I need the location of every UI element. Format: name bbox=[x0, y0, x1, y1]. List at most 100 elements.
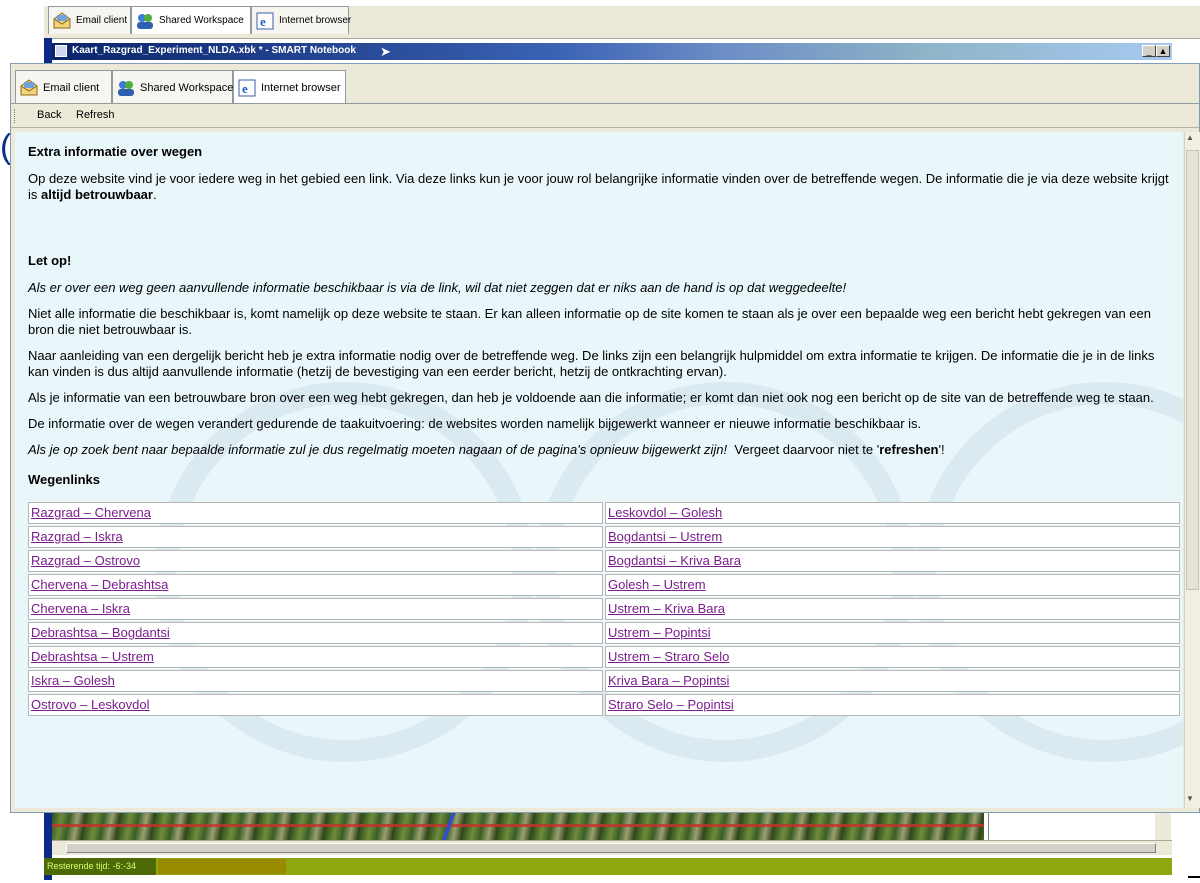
road-link[interactable]: Chervena – Debrashtsa bbox=[31, 577, 168, 592]
notebook-title-bar[interactable]: Kaart_Razgrad_Experiment_NLDA.xbk * - SM… bbox=[52, 43, 1172, 60]
tab-label: Email client bbox=[43, 81, 100, 94]
road-link[interactable]: Golesh – Ustrem bbox=[608, 577, 706, 592]
map-canvas[interactable] bbox=[52, 812, 984, 840]
paragraph-3: Als je informatie van een betrouwbare br… bbox=[28, 390, 1154, 405]
background-tab-bar: Email client Shared Workspace e Internet… bbox=[44, 6, 1200, 39]
road-link[interactable]: Debrashtsa – Ustrem bbox=[31, 649, 154, 664]
table-cell: Chervena – Iskra bbox=[28, 598, 603, 620]
refresh-hint-text: Vergeet daarvoor niet te ' bbox=[727, 442, 880, 457]
refresh-button[interactable]: Refresh bbox=[76, 109, 115, 121]
svg-text:e: e bbox=[242, 81, 248, 96]
road-link[interactable]: Ustrem – Straro Selo bbox=[608, 649, 729, 664]
table-cell: Kriva Bara – Popintsi bbox=[605, 670, 1180, 692]
side-panel bbox=[988, 812, 1149, 840]
tab-email-client[interactable]: Email client bbox=[15, 70, 112, 104]
refresh-hint-emphasis: refreshen bbox=[879, 442, 939, 457]
road-link[interactable]: Ustrem – Popintsi bbox=[608, 625, 711, 640]
table-row: Razgrad – Iskra Bogdantsi – Ustrem bbox=[28, 526, 1180, 548]
paragraph-1: Niet alle informatie die beschikbaar is,… bbox=[28, 306, 1151, 337]
road-link[interactable]: Ustrem – Kriva Bara bbox=[608, 601, 725, 616]
road-link[interactable]: Bogdantsi – Kriva Bara bbox=[608, 553, 741, 568]
table-cell: Debrashtsa – Ustrem bbox=[28, 646, 603, 668]
bg-tab-shared-workspace[interactable]: Shared Workspace bbox=[131, 6, 251, 34]
paragraph-5: Als je op zoek bent naar bepaalde inform… bbox=[28, 442, 1178, 458]
table-cell: Debrashtsa – Bogdantsi bbox=[28, 622, 603, 644]
road-link[interactable]: Debrashtsa – Bogdantsi bbox=[31, 625, 170, 640]
divider bbox=[1188, 876, 1200, 878]
scroll-up-icon[interactable]: ▲ bbox=[1186, 133, 1194, 142]
notebook-doc-icon bbox=[55, 45, 67, 57]
browser-toolbar: Back Refresh bbox=[11, 105, 1199, 128]
table-cell: Razgrad – Chervena bbox=[28, 502, 603, 524]
table-cell: Ustrem – Popintsi bbox=[605, 622, 1180, 644]
svg-text:e: e bbox=[260, 14, 266, 29]
tab-label: Internet browser bbox=[279, 15, 352, 26]
table-cell: Ustrem – Straro Selo bbox=[605, 646, 1180, 668]
road-link[interactable]: Ostrovo – Leskovdol bbox=[31, 697, 150, 712]
table-row: Chervena – Debrashtsa Golesh – Ustrem bbox=[28, 574, 1180, 596]
road-link[interactable]: Leskovdol – Golesh bbox=[608, 505, 722, 520]
road-link[interactable]: Kriva Bara – Popintsi bbox=[608, 673, 729, 688]
table-cell: Chervena – Debrashtsa bbox=[28, 574, 603, 596]
divider bbox=[11, 103, 1199, 104]
road-line bbox=[52, 824, 984, 827]
table-cell: Straro Selo – Popintsi bbox=[605, 694, 1180, 716]
tab-label: Internet browser bbox=[261, 81, 341, 94]
bg-tab-email-client[interactable]: Email client bbox=[48, 6, 131, 34]
shared-workspace-icon bbox=[116, 78, 136, 98]
table-cell: Razgrad – Iskra bbox=[28, 526, 603, 548]
road-link[interactable]: Razgrad – Ostrovo bbox=[31, 553, 140, 568]
table-row: Debrashtsa – Ustrem Ustrem – Straro Selo bbox=[28, 646, 1180, 668]
bg-tab-internet-browser[interactable]: e Internet browser bbox=[251, 6, 352, 34]
page-content[interactable]: Extra informatie over wegen Op deze webs… bbox=[15, 132, 1183, 808]
mouse-cursor-icon: ➤ bbox=[380, 44, 391, 59]
email-client-icon bbox=[19, 78, 39, 98]
tab-label: Shared Workspace bbox=[159, 15, 244, 26]
table-cell: Bogdantsi – Ustrem bbox=[605, 526, 1180, 548]
table-row: Razgrad – Chervena Leskovdol – Golesh bbox=[28, 502, 1180, 524]
intro-text: Op deze website vind je voor iedere weg … bbox=[28, 171, 1169, 202]
table-cell: Iskra – Golesh bbox=[28, 670, 603, 692]
road-link[interactable]: Razgrad – Chervena bbox=[31, 505, 151, 520]
internet-browser-icon: e bbox=[237, 78, 257, 98]
road-link[interactable]: Straro Selo – Popintsi bbox=[608, 697, 734, 712]
toolbar-grip[interactable] bbox=[14, 109, 17, 123]
paragraph-4: De informatie over de wegen verandert ge… bbox=[28, 416, 922, 431]
internet-browser-icon: e bbox=[255, 11, 275, 31]
table-cell: Leskovdol – Golesh bbox=[605, 502, 1180, 524]
intro-emphasis: altijd betrouwbaar bbox=[41, 187, 153, 202]
refresh-hint-italic: Als je op zoek bent naar bepaalde inform… bbox=[28, 442, 728, 457]
refresh-hint-end: '! bbox=[938, 442, 945, 457]
browser-tab-bar: Email client Shared Workspace e Internet… bbox=[11, 64, 1199, 104]
horizontal-scrollbar[interactable] bbox=[52, 840, 1172, 855]
remaining-time: Resterende tijd: -6:-34 bbox=[44, 858, 156, 875]
scrollbar-thumb[interactable] bbox=[66, 843, 1156, 853]
tab-shared-workspace[interactable]: Shared Workspace bbox=[112, 70, 233, 104]
road-link[interactable]: Iskra – Golesh bbox=[31, 673, 115, 688]
road-link[interactable]: Bogdantsi – Ustrem bbox=[608, 529, 722, 544]
table-cell: Bogdantsi – Kriva Bara bbox=[605, 550, 1180, 572]
table-cell: Razgrad – Ostrovo bbox=[28, 550, 603, 572]
road-link[interactable]: Chervena – Iskra bbox=[31, 601, 130, 616]
road-link[interactable]: Razgrad – Iskra bbox=[31, 529, 123, 544]
intro-end: . bbox=[152, 187, 157, 202]
table-cell: Ustrem – Kriva Bara bbox=[605, 598, 1180, 620]
table-row: Ostrovo – Leskovdol Straro Selo – Popints… bbox=[28, 694, 1180, 716]
shared-workspace-icon bbox=[135, 11, 155, 31]
status-bar: Resterende tijd: -6:-34 bbox=[44, 858, 1172, 875]
minimize-button[interactable]: _ bbox=[1142, 45, 1156, 57]
warning-paragraph: Als er over een weg geen aanvullende inf… bbox=[28, 280, 847, 295]
scrollbar-thumb[interactable] bbox=[1186, 150, 1199, 590]
road-links-table: Razgrad – Chervena Leskovdol – Golesh Razg… bbox=[26, 500, 1182, 718]
table-row: Razgrad – Ostrovo Bogdantsi – Kriva Bara bbox=[28, 550, 1180, 572]
table-row: Chervena – Iskra Ustrem – Kriva Bara bbox=[28, 598, 1180, 620]
time-progress-bar bbox=[158, 859, 286, 874]
table-row: Debrashtsa – Bogdantsi Ustrem – Popintsi bbox=[28, 622, 1180, 644]
maximize-button[interactable]: ▲ bbox=[1156, 45, 1170, 57]
tab-internet-browser[interactable]: e Internet browser bbox=[233, 70, 346, 104]
back-button[interactable]: Back bbox=[37, 109, 61, 121]
scroll-down-icon[interactable]: ▼ bbox=[1186, 794, 1194, 803]
paragraph-2: Naar aanleiding van een dergelijk berich… bbox=[28, 348, 1155, 379]
page-title: Extra informatie over wegen bbox=[28, 144, 203, 159]
browser-vertical-scrollbar[interactable]: ▲ ▼ bbox=[1184, 132, 1200, 808]
